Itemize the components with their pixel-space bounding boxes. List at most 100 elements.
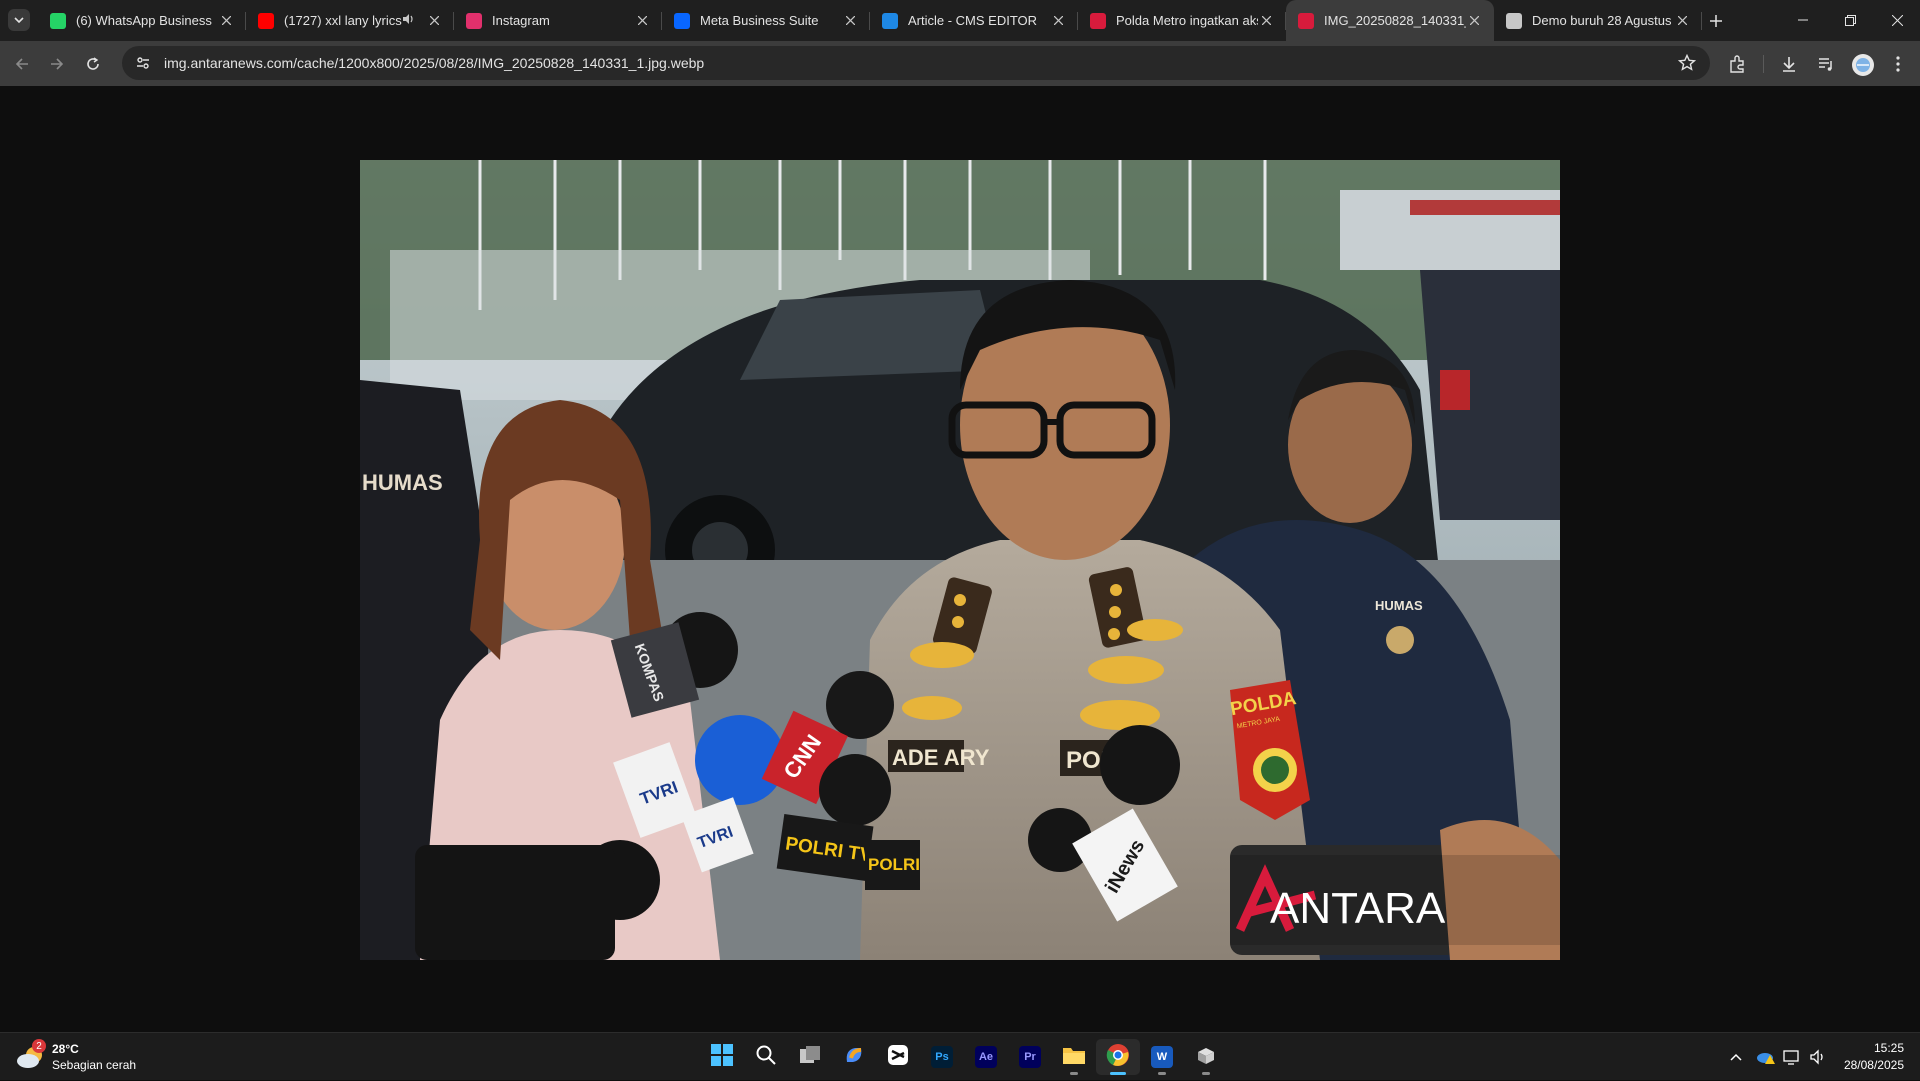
tab-title: Demo buruh 28 Agustus [1532, 13, 1672, 28]
weather-icon: 2 [16, 1039, 46, 1071]
weather-temp: 28°C [52, 1042, 79, 1056]
meta-icon [674, 12, 690, 29]
reload-button[interactable] [80, 51, 106, 77]
network-icon[interactable] [1780, 1045, 1804, 1069]
browser-tab[interactable]: Instagram [454, 0, 662, 41]
back-button[interactable] [9, 51, 35, 77]
tab-separator [1701, 12, 1702, 30]
avatar-icon [1856, 58, 1870, 72]
minimize-icon [1798, 19, 1808, 21]
browser-tab[interactable]: Demo buruh 28 Agustus [1494, 0, 1702, 41]
taskbar-app-start[interactable] [700, 1039, 744, 1075]
tab-strip: (6) WhatsApp Business (1727) xxl lany lyr… [0, 0, 1920, 41]
menu-kebab-icon[interactable] [1887, 53, 1909, 75]
browser-tab[interactable]: Polda Metro ingatkan aks [1078, 0, 1286, 41]
restore-button[interactable] [1827, 0, 1873, 40]
taskbar-app-chrome[interactable] [1096, 1039, 1140, 1075]
chrome-icon [1106, 1043, 1130, 1072]
tab-title: Article - CMS EDITOR [908, 13, 1038, 28]
after-effects-icon: Ae [975, 1046, 997, 1068]
taskbar-app-task-view[interactable] [788, 1039, 832, 1075]
close-icon [1891, 14, 1903, 26]
running-indicator [1202, 1072, 1210, 1075]
volume-icon[interactable] [1806, 1045, 1830, 1069]
browser-tab[interactable]: Meta Business Suite [662, 0, 870, 41]
media-control-icon[interactable] [1815, 53, 1837, 75]
mic-label-polri: POLRI [868, 855, 920, 874]
running-indicator [1110, 1072, 1126, 1075]
close-tab-icon[interactable] [1466, 13, 1482, 29]
word-icon: W [1151, 1046, 1173, 1068]
running-indicator [1070, 1072, 1078, 1075]
browser-tab[interactable]: IMG_20250828_140331_1 [1286, 0, 1494, 41]
arrow-right-icon [51, 58, 64, 70]
task-view-icon [799, 1045, 821, 1070]
browser-toolbar: img.antaranews.com/cache/1200x800/2025/0… [0, 41, 1920, 86]
chevron-up-icon[interactable] [1724, 1045, 1748, 1069]
taskbar-app-word[interactable]: W [1140, 1039, 1184, 1075]
download-icon[interactable] [1778, 53, 1800, 75]
speaker-icon[interactable] [402, 13, 416, 28]
taskbar-app-search[interactable] [744, 1039, 788, 1075]
browser-tab[interactable]: (6) WhatsApp Business [38, 0, 246, 41]
weather-alert-badge: 2 [32, 1039, 46, 1053]
close-tab-icon[interactable] [426, 13, 442, 29]
copilot-icon [843, 1044, 865, 1071]
photo-illustration: HUMAS HUMAS ADE ARY POLDA METRO JAYA KOM… [360, 160, 1560, 960]
taskbar-app-file-explorer[interactable] [1052, 1039, 1096, 1075]
tab-search-button[interactable] [8, 9, 30, 31]
file-explorer-icon [1062, 1045, 1086, 1070]
close-tab-icon[interactable] [1050, 13, 1066, 29]
globe-icon [1506, 12, 1522, 29]
close-window-button[interactable] [1874, 0, 1920, 40]
taskbar-app-after-effects[interactable]: Ae [964, 1039, 1008, 1075]
start-icon [711, 1043, 733, 1071]
browser-tab[interactable]: (1727) xxl lany lyrics - [246, 0, 454, 41]
whatsapp-icon [50, 12, 66, 29]
news-photo: HUMAS HUMAS ADE ARY POLDA METRO JAYA KOM… [360, 160, 1560, 960]
restore-icon [1844, 14, 1856, 26]
clock[interactable]: 15:25 28/08/2025 [1844, 1040, 1904, 1074]
close-tab-icon[interactable] [1258, 13, 1274, 29]
photoshop-icon: Ps [931, 1046, 953, 1068]
taskbar-app-capcut[interactable] [876, 1039, 920, 1075]
tab-title: IMG_20250828_140331_1 [1324, 13, 1466, 28]
bookmark-star-icon[interactable] [1677, 53, 1697, 77]
search-icon [756, 1045, 776, 1070]
taskbar-app-app-installer[interactable] [1184, 1039, 1228, 1075]
profile-avatar[interactable] [1852, 54, 1874, 76]
close-tab-icon[interactable] [842, 13, 858, 29]
page-viewport: HUMAS HUMAS ADE ARY POLDA METRO JAYA KOM… [0, 86, 1920, 1031]
taskbar-app-photoshop[interactable]: Ps [920, 1039, 964, 1075]
new-tab-button[interactable] [1705, 10, 1727, 32]
close-tab-icon[interactable] [634, 13, 650, 29]
close-tab-icon[interactable] [1674, 13, 1690, 29]
onedrive-warning-icon[interactable] [1754, 1045, 1778, 1069]
close-tab-icon[interactable] [218, 13, 234, 29]
forward-button[interactable] [44, 51, 70, 77]
weather-desc: Sebagian cerah [52, 1058, 137, 1072]
address-bar[interactable]: img.antaranews.com/cache/1200x800/2025/0… [122, 46, 1710, 80]
taskbar-app-premiere[interactable]: Pr [1008, 1039, 1052, 1075]
taskbar-apps: Ps Ae Pr W [700, 1039, 1228, 1075]
cms-icon [882, 12, 898, 29]
antara-watermark: ANTARA [1270, 884, 1446, 933]
plus-icon [1710, 15, 1722, 27]
humas-badge-left: HUMAS [362, 470, 443, 495]
clock-time: 15:25 [1873, 1041, 1904, 1055]
minimize-button[interactable] [1780, 0, 1826, 40]
tab-title: (1727) xxl lany lyrics - [284, 13, 402, 28]
weather-widget[interactable]: 2 28°C Sebagian cerah [16, 1039, 137, 1073]
running-indicator [1158, 1072, 1166, 1075]
extensions-icon[interactable] [1726, 53, 1748, 75]
url-text: img.antaranews.com/cache/1200x800/2025/0… [164, 55, 705, 71]
app-installer-icon [1195, 1044, 1217, 1071]
clock-date: 28/08/2025 [1843, 1058, 1904, 1072]
windows-taskbar: 2 28°C Sebagian cerah Ps Ae Pr W 15:25 28/0… [0, 1032, 1920, 1080]
site-info-icon[interactable] [134, 54, 152, 72]
toolbar-divider [1763, 55, 1764, 73]
taskbar-app-copilot[interactable] [832, 1039, 876, 1075]
browser-tab[interactable]: Article - CMS EDITOR [870, 0, 1078, 41]
chevron-down-icon [14, 17, 24, 24]
tab-title: Polda Metro ingatkan aks [1116, 13, 1258, 28]
